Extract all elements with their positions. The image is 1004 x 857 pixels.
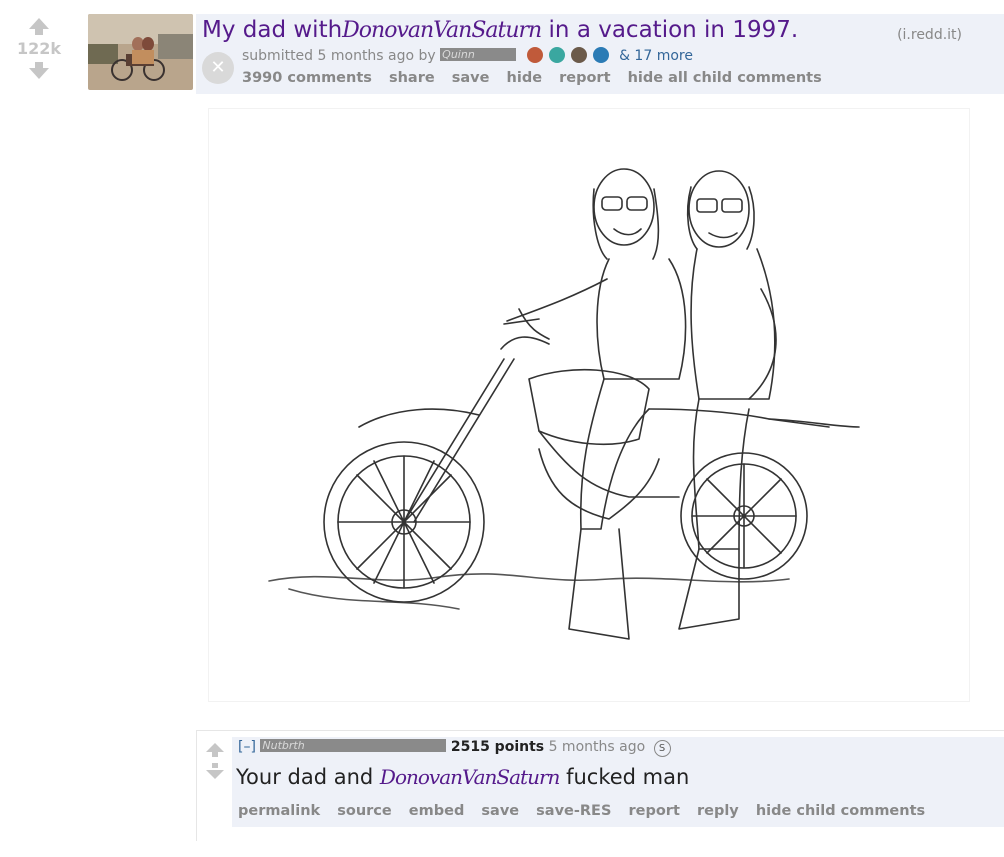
comment-body: Your dad and DonovanVanSaturn fucked man (236, 765, 689, 789)
embed-button[interactable]: embed (409, 803, 465, 819)
post-domain[interactable]: (i.redd.it) (897, 27, 962, 43)
post-buttons: 3990 comments share save hide report hid… (242, 70, 834, 86)
comment-author[interactable]: Nutbrth (260, 739, 447, 752)
comment-vote (205, 741, 225, 779)
award-icon[interactable] (526, 47, 543, 63)
source-button[interactable]: source (337, 803, 392, 819)
comment-text-end: fucked man (559, 765, 690, 789)
close-icon[interactable]: ✕ (202, 52, 234, 84)
comment-downvote-stem (212, 763, 218, 768)
report-button[interactable]: report (559, 70, 610, 86)
comment-report-button[interactable]: report (628, 803, 679, 819)
post-score: 122k (16, 39, 62, 58)
more-awards-link[interactable]: & 17 more (619, 48, 693, 64)
title-text-start: My dad with (202, 17, 343, 43)
share-button[interactable]: share (389, 70, 435, 86)
collapse-button[interactable]: [–] (238, 739, 256, 755)
award-icon[interactable] (592, 47, 609, 63)
comment-upvote-icon[interactable] (206, 743, 224, 752)
award-icon[interactable] (570, 47, 587, 63)
title-text-end: in a vacation in 1997. (541, 17, 799, 43)
comment-downvote-icon[interactable] (206, 770, 224, 779)
post-thumbnail[interactable] (88, 14, 193, 90)
post-author[interactable]: Quinn (440, 48, 517, 61)
comment-tagline: [–] Nutbrth 2515 points 5 months ago S (238, 739, 671, 757)
downvote-icon[interactable] (29, 68, 49, 79)
comment-text-start: Your dad and (236, 765, 380, 789)
post-vote: 122k (0, 14, 78, 79)
award-icon[interactable] (548, 47, 565, 63)
hide-button[interactable]: hide (507, 70, 543, 86)
post-image[interactable] (208, 108, 970, 702)
comment-handwritten-name: DonovanVanSaturn (379, 765, 560, 789)
comment: [–] Nutbrth 2515 points 5 months ago S Y… (232, 737, 1004, 827)
upvote-icon[interactable] (29, 18, 49, 29)
save-button[interactable]: save (452, 70, 490, 86)
comment-time: 5 months ago (548, 739, 646, 755)
save-res-button[interactable]: save-RES (536, 803, 611, 819)
upvote-stem (35, 29, 43, 35)
post-tagline: submitted 5 months ago by Quinn & 17 mor… (242, 47, 693, 64)
post-header: My dad withDonovanVanSaturn in a vacatio… (196, 14, 1004, 94)
comment-buttons: permalink source embed save save-RES rep… (238, 803, 937, 819)
title-handwritten-name: DonovanVanSaturn (342, 18, 542, 43)
thumbnail-photo (88, 14, 193, 90)
comment-points: 2515 points (450, 739, 545, 755)
post-title[interactable]: My dad withDonovanVanSaturn in a vacatio… (202, 17, 798, 43)
comment-hide-child-button[interactable]: hide child comments (756, 803, 925, 819)
silver-award-icon[interactable]: S (653, 740, 671, 757)
motorcycle-sketch (268, 168, 860, 640)
submitted-text: submitted 5 months ago by (242, 48, 436, 64)
permalink-button[interactable]: permalink (238, 803, 320, 819)
hide-child-comments-button[interactable]: hide all child comments (628, 70, 822, 86)
comment-save-button[interactable]: save (481, 803, 519, 819)
comments-link[interactable]: 3990 comments (242, 70, 372, 86)
reply-button[interactable]: reply (697, 803, 739, 819)
comment-upvote-stem (212, 752, 218, 757)
comment-section: [–] Nutbrth 2515 points 5 months ago S Y… (196, 730, 1004, 841)
